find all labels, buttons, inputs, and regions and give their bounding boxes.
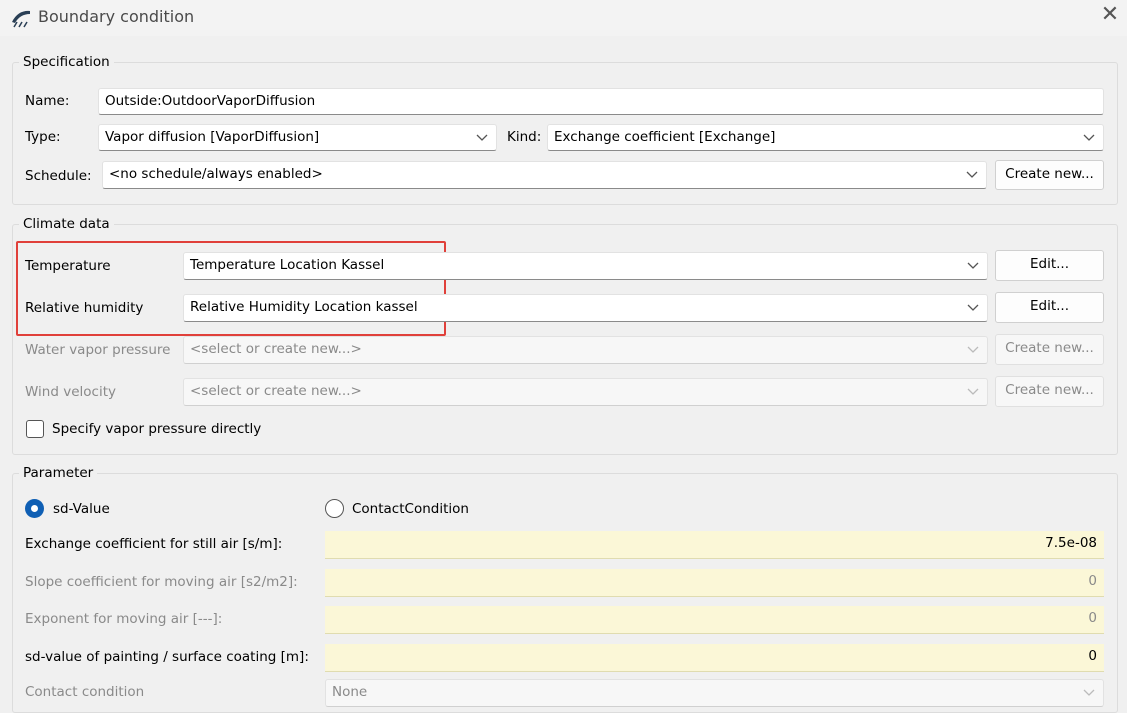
sd-value-radio-label[interactable]: sd-Value: [53, 501, 110, 517]
contact-condition-radio[interactable]: [325, 499, 344, 518]
wind-velocity-create-new-button[interactable]: Create new...: [995, 376, 1104, 407]
parameter-group-title: Parameter: [19, 465, 98, 481]
close-icon[interactable]: ✕: [1096, 1, 1124, 31]
chevron-down-icon: [1083, 689, 1095, 696]
temperature-combobox[interactable]: Temperature Location Kassel: [183, 252, 988, 280]
sd-value-coating-label: sd-value of painting / surface coating […: [25, 649, 309, 665]
contact-condition-label: Contact condition: [25, 684, 145, 700]
type-value: Vapor diffusion [VaporDiffusion]: [105, 129, 320, 145]
chevron-down-icon: [967, 388, 979, 395]
contact-condition-value: None: [332, 684, 368, 700]
exponent-field[interactable]: 0: [325, 606, 1104, 634]
kind-combobox[interactable]: Exchange coefficient [Exchange]: [547, 124, 1104, 151]
humidity-label: Relative humidity: [25, 300, 144, 316]
chevron-down-icon: [967, 346, 979, 353]
type-label: Type:: [25, 129, 61, 145]
contact-condition-combobox[interactable]: None: [325, 679, 1104, 707]
wind-velocity-placeholder: <select or create new...>: [190, 383, 362, 399]
specify-vapor-pressure-checkbox[interactable]: [26, 420, 44, 438]
wind-velocity-combobox[interactable]: <select or create new...>: [183, 378, 988, 406]
exchange-coefficient-field[interactable]: 7.5e-08: [325, 531, 1104, 559]
humidity-edit-button[interactable]: Edit...: [995, 292, 1104, 323]
name-label: Name:: [25, 93, 70, 109]
contact-condition-radio-label[interactable]: ContactCondition: [352, 501, 469, 517]
schedule-combobox[interactable]: <no schedule/always enabled>: [102, 161, 987, 189]
name-field[interactable]: Outside:OutdoorVaporDiffusion: [98, 88, 1104, 115]
kind-label: Kind:: [507, 129, 542, 145]
exchange-coefficient-label: Exchange coefficient for still air [s/m]…: [25, 536, 283, 552]
vapor-pressure-combobox[interactable]: <select or create new...>: [183, 336, 988, 364]
window-title: Boundary condition: [38, 7, 195, 26]
specification-group-title: Specification: [19, 54, 114, 70]
wind-velocity-label: Wind velocity: [25, 384, 116, 400]
chevron-down-icon: [966, 171, 978, 178]
chevron-down-icon: [1083, 134, 1095, 141]
schedule-create-new-button[interactable]: Create new...: [995, 160, 1104, 190]
temperature-edit-button[interactable]: Edit...: [995, 250, 1104, 281]
schedule-value: <no schedule/always enabled>: [109, 166, 323, 182]
type-combobox[interactable]: Vapor diffusion [VaporDiffusion]: [98, 124, 497, 151]
temperature-label: Temperature: [25, 258, 111, 274]
sd-value-coating-field[interactable]: 0: [325, 644, 1104, 672]
temperature-value: Temperature Location Kassel: [190, 257, 385, 273]
slope-coefficient-field[interactable]: 0: [325, 569, 1104, 597]
humidity-value: Relative Humidity Location kassel: [190, 299, 418, 315]
schedule-label: Schedule:: [25, 168, 92, 184]
vapor-pressure-create-new-button[interactable]: Create new...: [995, 334, 1104, 365]
climate-data-group-title: Climate data: [19, 216, 114, 232]
specify-vapor-pressure-label[interactable]: Specify vapor pressure directly: [52, 421, 261, 437]
sd-value-radio[interactable]: [25, 499, 44, 518]
app-logo-icon: [12, 10, 30, 28]
chevron-down-icon: [476, 134, 488, 141]
kind-value: Exchange coefficient [Exchange]: [554, 129, 776, 145]
slope-coefficient-label: Slope coefficient for moving air [s2/m2]…: [25, 574, 298, 590]
humidity-combobox[interactable]: Relative Humidity Location kassel: [183, 294, 988, 322]
chevron-down-icon: [967, 262, 979, 269]
chevron-down-icon: [967, 304, 979, 311]
vapor-pressure-placeholder: <select or create new...>: [190, 341, 362, 357]
vapor-pressure-label: Water vapor pressure: [25, 342, 171, 358]
exponent-label: Exponent for moving air [---]:: [25, 611, 223, 627]
